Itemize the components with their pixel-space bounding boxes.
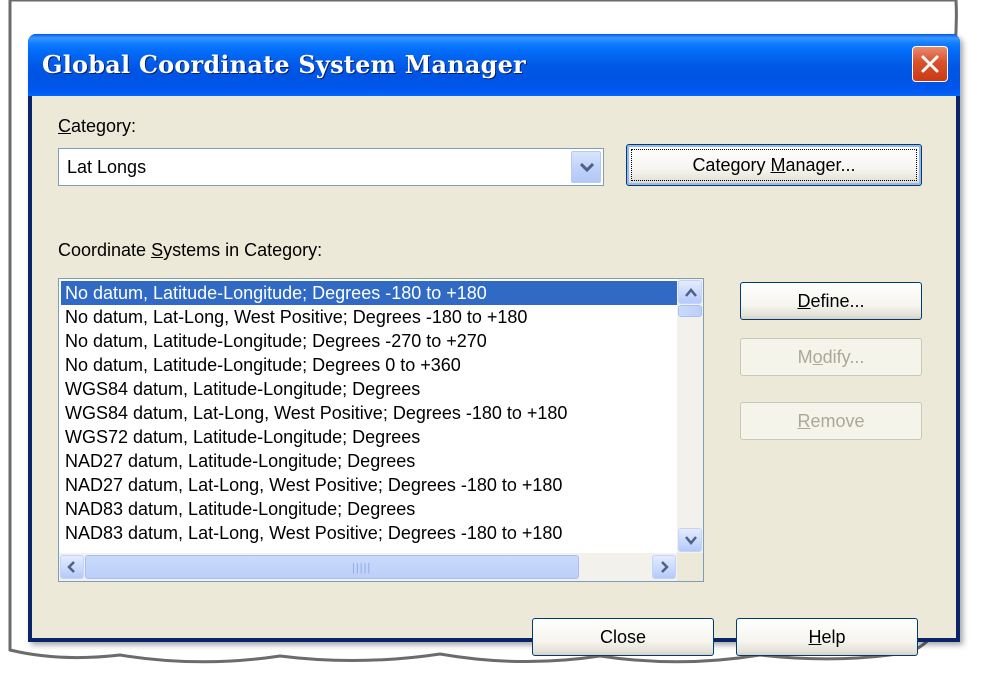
category-manager-button[interactable]: Category Manager... xyxy=(626,144,922,186)
arrow-down-icon xyxy=(685,536,697,545)
list-item[interactable]: NAD27 datum, Latitude-Longitude; Degrees xyxy=(61,449,677,473)
vertical-scrollbar[interactable] xyxy=(677,279,703,553)
list-item[interactable]: WGS84 datum, Lat-Long, West Positive; De… xyxy=(61,401,677,425)
coordinate-system-dialog: Global Coordinate System Manager Categor… xyxy=(28,34,960,656)
close-button[interactable]: Close xyxy=(532,618,714,656)
list-items-viewport: No datum, Latitude-Longitude; Degrees -1… xyxy=(61,281,677,549)
category-selected-value: Lat Longs xyxy=(67,157,147,177)
focus-rectangle xyxy=(631,149,917,181)
coordinate-systems-list[interactable]: No datum, Latitude-Longitude; Degrees -1… xyxy=(58,278,704,582)
modify-button[interactable]: Modify... xyxy=(740,338,922,376)
list-item[interactable]: No datum, Latitude-Longitude; Degrees -2… xyxy=(61,329,677,353)
help-button[interactable]: Help xyxy=(736,618,918,656)
close-window-button[interactable] xyxy=(912,46,948,82)
arrow-up-icon xyxy=(685,288,697,297)
scrollbar-corner xyxy=(677,553,703,581)
dialog-client-area: Category: Lat Longs Category Manager... … xyxy=(32,96,956,656)
list-item[interactable]: NAD83 datum, Lat-Long, West Positive; De… xyxy=(61,521,677,545)
list-item[interactable]: WGS72 datum, Latitude-Longitude; Degrees xyxy=(61,425,677,449)
define-button[interactable]: Define... xyxy=(740,282,922,320)
horizontal-scrollbar[interactable]: ||||| xyxy=(59,553,677,581)
chevron-down-icon xyxy=(580,163,594,173)
list-item[interactable]: NAD27 datum, Lat-Long, West Positive; De… xyxy=(61,473,677,497)
grip-icon: ||||| xyxy=(352,562,372,574)
category-label: Category: xyxy=(58,116,137,136)
list-item[interactable]: No datum, Latitude-Longitude; Degrees 0 … xyxy=(61,353,677,377)
dropdown-button[interactable] xyxy=(571,151,601,183)
remove-button[interactable]: Remove xyxy=(740,402,922,440)
screenshot-stage: Global Coordinate System Manager Categor… xyxy=(0,0,984,696)
coordinate-systems-label: Coordinate Systems in Category: xyxy=(58,240,323,260)
title-bar[interactable]: Global Coordinate System Manager xyxy=(28,34,960,96)
arrow-right-icon xyxy=(661,561,669,573)
close-icon xyxy=(921,55,939,73)
category-dropdown[interactable]: Lat Longs xyxy=(58,148,604,186)
scroll-down-button[interactable] xyxy=(678,528,702,552)
dialog-title: Global Coordinate System Manager xyxy=(42,50,526,79)
scroll-up-button[interactable] xyxy=(678,280,702,304)
horizontal-scroll-thumb[interactable]: ||||| xyxy=(85,555,579,579)
vertical-scroll-thumb[interactable] xyxy=(678,305,702,317)
list-item[interactable]: No datum, Latitude-Longitude; Degrees -1… xyxy=(61,281,677,305)
arrow-left-icon xyxy=(67,561,75,573)
scroll-left-button[interactable] xyxy=(60,555,84,579)
list-item[interactable]: No datum, Lat-Long, West Positive; Degre… xyxy=(61,305,677,329)
list-item[interactable]: NAD83 datum, Latitude-Longitude; Degrees xyxy=(61,497,677,521)
scroll-right-button[interactable] xyxy=(652,555,676,579)
list-item[interactable]: WGS84 datum, Latitude-Longitude; Degrees xyxy=(61,377,677,401)
